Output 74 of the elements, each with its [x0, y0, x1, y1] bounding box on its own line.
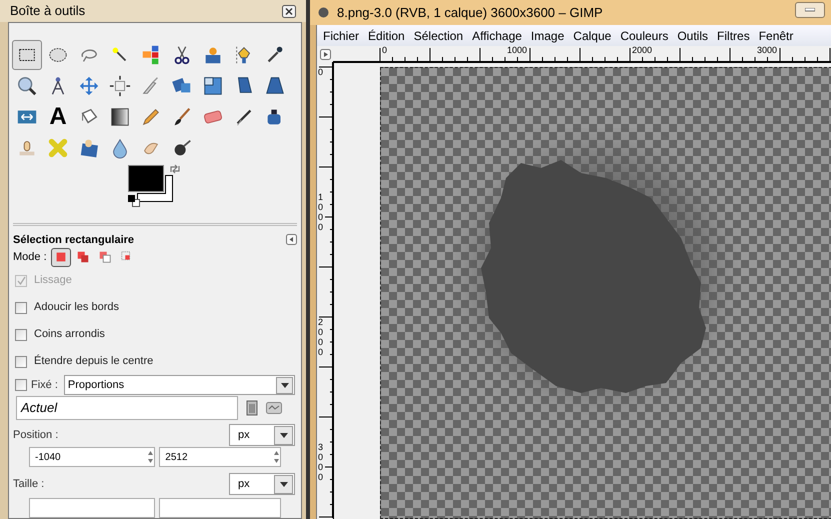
add-mode-icon: [76, 250, 90, 264]
menu-item[interactable]: Affichage: [472, 26, 522, 44]
background-color-swatch[interactable]: [137, 175, 173, 202]
spin-field[interactable]: [29, 498, 156, 518]
gradient-square-icon: [109, 106, 131, 128]
checkbox-label: Adoucir les bords: [34, 300, 119, 316]
ruler-label: 0: [318, 68, 325, 78]
app-icon: [318, 7, 329, 18]
preset-field[interactable]: Actuel: [16, 396, 238, 420]
menu-item[interactable]: Fichier: [323, 26, 360, 44]
menu-item[interactable]: Édition: [368, 26, 405, 44]
ratio-dropdown[interactable]: Proportions: [64, 375, 295, 395]
caret-icon: [280, 482, 288, 486]
menu-item[interactable]: Outils: [677, 26, 708, 44]
fixed-label: Fixé :: [31, 378, 58, 393]
menu-item[interactable]: Calque: [573, 26, 612, 44]
checkmark-icon: [16, 276, 26, 285]
menu-item[interactable]: Filtres: [717, 26, 750, 44]
unit-dropdown[interactable]: px: [229, 473, 295, 495]
menu-item[interactable]: Sélection: [414, 26, 464, 44]
spin-field[interactable]: 2512: [159, 447, 281, 467]
bandage-cross-icon: [47, 137, 69, 159]
perspective-icon: [264, 75, 286, 97]
spin-arrows-icon: [147, 449, 154, 465]
window-title: Boîte à outils: [10, 2, 86, 20]
minimize-icon: [805, 8, 815, 12]
play-icon[interactable]: [320, 48, 330, 60]
checkbox[interactable]: [15, 302, 27, 314]
subtract-mode-icon: [98, 250, 112, 264]
foreground-color-swatch[interactable]: [128, 165, 164, 192]
checkbox-label: Coins arrondis: [34, 327, 105, 342]
menu-item[interactable]: Image: [530, 26, 564, 44]
menu-item[interactable]: Fenêtr: [758, 26, 794, 44]
checkbox-label: Lissage: [34, 273, 72, 288]
replace-mode-icon: [54, 250, 68, 264]
swap-arrows-icon[interactable]: [169, 163, 181, 175]
ruler-label: 0: [382, 46, 388, 55]
magnifier-icon: [16, 75, 38, 97]
options-title: Sélection rectangulaire: [13, 232, 134, 248]
caret-icon: [280, 432, 288, 438]
caret-icon: [280, 382, 288, 388]
spin-field[interactable]: [159, 498, 281, 518]
preset-menu-icon[interactable]: [266, 402, 282, 414]
pencil-icon: [140, 106, 162, 128]
ruler-label: 2000: [318, 318, 325, 358]
stamp-card-icon: [78, 137, 100, 159]
collapse-icon[interactable]: [286, 234, 297, 246]
ruler-label: 3000: [757, 46, 778, 55]
tool-button[interactable]: [12, 40, 42, 70]
close-icon[interactable]: [282, 4, 296, 18]
ruler-label: 1000: [507, 46, 528, 55]
size-label: Taille :: [13, 476, 44, 492]
ruler-label: 1000: [318, 193, 325, 233]
checkbox[interactable]: [15, 356, 27, 368]
spin-arrows-icon: [273, 449, 280, 465]
spin-field[interactable]: -1040: [29, 447, 156, 467]
four-arrows-icon: [78, 75, 100, 97]
unit-dropdown[interactable]: px: [229, 424, 295, 446]
align-icon: [109, 75, 131, 97]
menu-item[interactable]: Couleurs: [620, 26, 668, 44]
ruler-label: 3000: [318, 443, 325, 483]
position-label: Position :: [13, 428, 58, 443]
checkbox[interactable]: [15, 328, 27, 340]
text-tool-button[interactable]: A: [43, 102, 73, 132]
window-title: 8.png-3.0 (RVB, 1 calque) 3600x3600 – GIMP: [337, 4, 603, 22]
trash-icon[interactable]: [246, 400, 258, 416]
checkbox-label: Étendre depuis le centre: [34, 354, 154, 370]
mode-label: Mode :: [13, 250, 47, 266]
default-colors-icon[interactable]: [128, 195, 140, 207]
checkbox[interactable]: [15, 379, 27, 391]
ruler-label: 2000: [632, 46, 652, 55]
scale-icon: [202, 75, 224, 97]
minimize-button[interactable]: [795, 2, 825, 18]
mode-button[interactable]: [50, 248, 71, 267]
